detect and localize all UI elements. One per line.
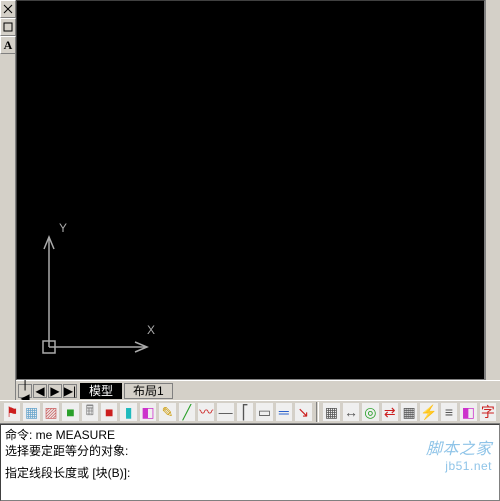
command-window[interactable]: 命令: me MEASURE 选择要定距等分的对象: 指定线段长度或 [块(B)…: [0, 424, 500, 501]
command-prompt: 指定线段长度或 [块(B)]:: [5, 465, 495, 481]
line-green-button[interactable]: ╱: [178, 402, 196, 422]
tab-layout1[interactable]: 布局1: [124, 383, 173, 399]
palette-icon: ◧: [462, 404, 475, 421]
tab-label: 模型: [89, 382, 113, 399]
vertical-scrollbar[interactable]: [485, 0, 500, 380]
dim-icon: ↔: [344, 404, 358, 420]
grid-button[interactable]: ▦: [22, 402, 40, 422]
hatch-icon: ▨: [44, 404, 57, 421]
table-icon: ▦: [325, 404, 338, 421]
ucs-y-label: Y: [59, 221, 67, 235]
color-picker-icon: ◧: [141, 404, 154, 421]
target-icon: ◎: [364, 404, 376, 421]
flag-red-button[interactable]: ⚑: [3, 402, 21, 422]
ucs-x-label: X: [147, 323, 155, 337]
left-tool-button[interactable]: A: [0, 36, 16, 54]
last-icon: ▶|: [64, 384, 76, 398]
tab-next-button[interactable]: ▶: [48, 384, 62, 398]
main-toolbar: ⚑▦▨■🖩■▮◧✎╱〰—⎡▭═↘▦↔◎⇄▦⚡≡◧字: [0, 400, 500, 424]
tab-prev-button[interactable]: ◀: [33, 384, 47, 398]
tag-cyan-icon: ▮: [125, 404, 133, 421]
rect-button[interactable]: ▭: [255, 402, 273, 422]
arrow-red-icon: ↘: [297, 404, 309, 421]
disk-red-button[interactable]: ■: [100, 402, 118, 422]
swap-button[interactable]: ⇄: [381, 402, 399, 422]
calc-button[interactable]: 🖩: [81, 402, 99, 422]
toolbar-separator: [316, 402, 320, 422]
command-line: 选择要定距等分的对象:: [5, 443, 495, 459]
lines-button[interactable]: ≡: [440, 402, 458, 422]
arrow-red-button[interactable]: ↘: [294, 402, 312, 422]
pipe-blue-icon: ═: [279, 404, 289, 420]
pencil-icon: ✎: [162, 404, 174, 421]
palette-button[interactable]: ◧: [459, 402, 477, 422]
color-picker-button[interactable]: ◧: [139, 402, 157, 422]
prev-icon: ◀: [35, 384, 44, 398]
drawing-canvas[interactable]: Y X: [16, 0, 485, 380]
curve-icon: 〰: [199, 402, 213, 422]
left-tool-button[interactable]: [0, 18, 16, 36]
line-icon: —: [219, 404, 233, 420]
dim-button[interactable]: ↔: [342, 402, 360, 422]
grid-icon: ▦: [25, 404, 38, 421]
flash-button[interactable]: ⚡: [419, 402, 438, 422]
pipe-blue-button[interactable]: ═: [275, 402, 293, 422]
calc-icon: 🖩: [86, 400, 94, 424]
ucs-icon: Y X: [35, 231, 165, 361]
text-a-icon: A: [4, 38, 13, 53]
command-line: 命令: me MEASURE: [5, 427, 495, 443]
rect-icon: ▭: [258, 404, 271, 421]
flash-icon: ⚡: [420, 404, 437, 421]
flag-red-icon: ⚑: [6, 404, 19, 421]
bracket-icon: ⎡: [242, 404, 249, 421]
line-button[interactable]: —: [216, 402, 234, 422]
left-tool-button[interactable]: [0, 0, 16, 18]
tab-label: 布局1: [133, 382, 164, 399]
square-green-button[interactable]: ■: [61, 402, 79, 422]
swap-icon: ⇄: [384, 404, 396, 421]
disk-red-icon: ■: [105, 404, 113, 420]
target-button[interactable]: ◎: [361, 402, 379, 422]
bracket-button[interactable]: ⎡: [236, 402, 254, 422]
lines-icon: ≡: [445, 404, 453, 420]
tool-icon: [3, 4, 13, 14]
tab-last-button[interactable]: ▶|: [63, 384, 77, 398]
grid2-icon: ▦: [403, 404, 416, 421]
tab-first-button[interactable]: |◀: [18, 384, 32, 398]
next-icon: ▶: [50, 384, 59, 398]
tag-cyan-button[interactable]: ▮: [119, 402, 137, 422]
left-toolbar: A: [0, 0, 16, 400]
hatch-button[interactable]: ▨: [42, 402, 60, 422]
tab-model[interactable]: 模型: [80, 383, 122, 399]
curve-button[interactable]: 〰: [197, 402, 215, 422]
text-icon: 字: [481, 402, 495, 422]
pencil-button[interactable]: ✎: [158, 402, 176, 422]
layout-tabs-bar: |◀ ◀ ▶ ▶| 模型 布局1: [16, 380, 500, 400]
grid2-button[interactable]: ▦: [400, 402, 418, 422]
table-button[interactable]: ▦: [322, 402, 340, 422]
text-button[interactable]: 字: [479, 402, 497, 422]
square-green-icon: ■: [66, 404, 74, 420]
tool-icon: [3, 22, 13, 32]
line-green-icon: ╱: [183, 404, 191, 421]
